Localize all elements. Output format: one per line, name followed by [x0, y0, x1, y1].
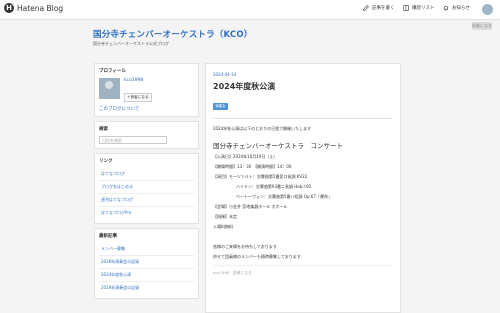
post-footer: kco1998 · 読者になる	[213, 265, 393, 276]
post-closing: 併せて団員様のメンバーも随時募集しております	[213, 254, 301, 259]
hatena-logo-icon: H	[4, 3, 14, 13]
recent-post-item[interactable]: 2024年度秋公演	[99, 268, 194, 281]
links-heading: リンク	[99, 159, 113, 164]
blog-title[interactable]: 国分寺チェンバーオーケストラ（KCO）	[93, 28, 252, 40]
notifications-button[interactable]: お知らせ	[443, 5, 470, 11]
book-icon	[403, 5, 409, 11]
write-post-label: 記事を書く	[372, 6, 395, 11]
recent-post-item[interactable]: 2019年演奏会の記録	[99, 281, 194, 294]
links-module: リンク はてなブログ ブログをはじめる 週刊はてなブログ はてなブログPro	[94, 153, 199, 224]
post-article: 2024-04-14 2024年度秋公演 演奏会 2024年秋公演は以下のとおり…	[205, 63, 401, 313]
search-module: 検索 日記を検索	[94, 121, 199, 149]
post-title[interactable]: 2024年度秋公演	[213, 81, 393, 92]
global-header: H Hatena Blog 記事を書く 購読リスト お知らせ	[0, 0, 500, 20]
title-divider	[213, 118, 393, 119]
profile-id-link[interactable]: kco1998	[124, 78, 152, 83]
hatena-logo-text: Hatena Blog	[17, 3, 64, 13]
link-weekly-hatena[interactable]: 週刊はてなブログ	[99, 193, 194, 206]
post-intro: 2024年秋公演は以下のとおりの日程で開催いたします	[213, 126, 312, 131]
recent-posts-heading: 最新記事	[99, 234, 117, 239]
recent-post-item[interactable]: 2018年演奏会の記録	[99, 255, 194, 268]
link-start-blog[interactable]: ブログをはじめる	[99, 180, 194, 193]
sidebar: プロフィール kco1998 ＋読者になる このブログについて 検索 日記を検索…	[94, 63, 199, 303]
link-hatena-blog[interactable]: はてなブログ	[99, 168, 194, 180]
hatena-blog-logo[interactable]: H Hatena Blog	[4, 3, 63, 13]
about-blog-link[interactable]: このブログについて	[99, 106, 194, 112]
link-hatena-pro[interactable]: はてなブログPro	[99, 206, 194, 219]
pencil-icon	[363, 5, 369, 11]
notifications-label: お知らせ	[452, 6, 470, 11]
search-heading: 検索	[99, 127, 108, 132]
profile-subscribe-button[interactable]: ＋読者になる	[124, 93, 152, 102]
category-badge[interactable]: 演奏会	[213, 103, 228, 110]
write-post-button[interactable]: 記事を書く	[363, 5, 395, 11]
search-input[interactable]: 日記を検索	[99, 136, 167, 144]
profile-heading: プロフィール	[99, 69, 126, 74]
blog-description: 国分寺チェンバーオーケストラ公式ブログ	[93, 41, 169, 46]
concert-title: 国分寺チェンバーオーケストラ コンサート	[213, 142, 343, 150]
user-avatar[interactable]	[482, 4, 493, 15]
subscribe-button[interactable]: 読者になる	[472, 22, 492, 30]
reading-list-label: 購読リスト	[412, 6, 435, 11]
profile-module: プロフィール kco1998 ＋読者になる このブログについて	[94, 63, 199, 117]
bell-icon	[443, 5, 449, 11]
profile-avatar[interactable]	[99, 78, 120, 99]
reading-list-button[interactable]: 購読リスト	[403, 5, 435, 11]
post-date[interactable]: 2024-04-14	[213, 72, 393, 77]
recent-post-item[interactable]: メンバー募集	[99, 243, 194, 255]
recent-posts-module: 最新記事 メンバー募集 2018年演奏会の記録 2024年度秋公演 2019年演…	[94, 228, 199, 299]
